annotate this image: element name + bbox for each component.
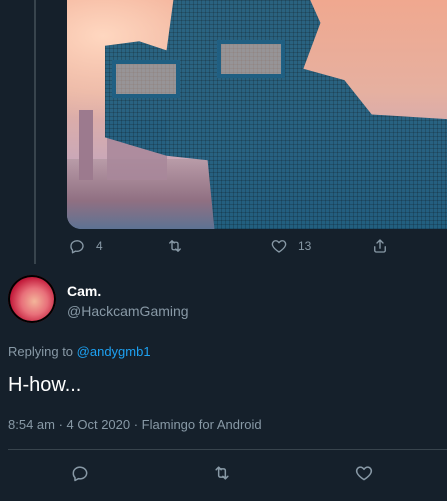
- tweet-actions: [0, 460, 447, 490]
- reply-icon: [70, 240, 84, 254]
- like-icon: [355, 466, 373, 481]
- reply-count: 4: [96, 239, 103, 253]
- retweet-button[interactable]: [212, 463, 232, 483]
- reply-icon: [72, 466, 88, 482]
- tweet-media-image[interactable]: [67, 0, 447, 229]
- share-icon: [374, 239, 386, 253]
- replying-prefix: Replying to: [8, 344, 74, 359]
- previous-tweet-actions: 4 13: [0, 234, 447, 264]
- avatar[interactable]: [8, 275, 56, 323]
- tweet-timestamp[interactable]: 8:54 am · 4 Oct 2020 · Flamingo for Andr…: [8, 417, 262, 432]
- media-tower: [79, 110, 93, 180]
- replying-to: Replying to @andygmb1: [8, 344, 151, 359]
- media-window: [112, 60, 180, 98]
- retweet-icon: [169, 240, 181, 252]
- thread-connector-line: [34, 0, 36, 264]
- reply-button[interactable]: [70, 463, 90, 483]
- author-name[interactable]: Cam.: [67, 283, 101, 299]
- like-count: 13: [298, 239, 312, 253]
- retweet-button[interactable]: [166, 237, 184, 255]
- reply-button[interactable]: 4: [68, 237, 103, 255]
- like-icon: [271, 240, 287, 253]
- share-button[interactable]: [371, 237, 389, 255]
- like-button[interactable]: 13: [270, 237, 311, 255]
- tweet-text: H-how...: [8, 374, 82, 396]
- retweet-icon: [215, 466, 229, 480]
- divider: [8, 449, 447, 450]
- author-handle[interactable]: @HackcamGaming: [67, 303, 189, 319]
- replying-handle-link[interactable]: @andygmb1: [77, 344, 151, 359]
- like-button[interactable]: [354, 463, 374, 483]
- media-window: [217, 40, 285, 78]
